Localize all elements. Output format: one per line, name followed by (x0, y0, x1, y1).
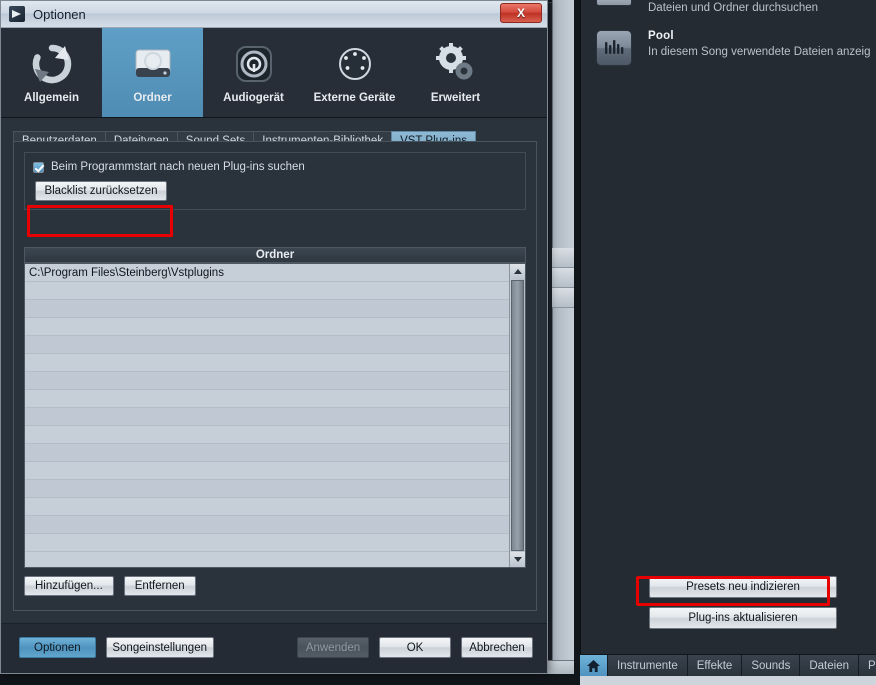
add-folder-button[interactable]: Hinzufügen... (24, 576, 114, 596)
home-icon (587, 659, 600, 672)
waveform-icon (596, 30, 632, 66)
refresh-circle-icon (31, 38, 73, 90)
update-plugins-button[interactable]: Plug-ins aktualisieren (649, 607, 837, 629)
folder-list-empty-row[interactable] (25, 516, 509, 534)
folder-list-empty-row[interactable] (25, 372, 509, 390)
scan-plugins-checkbox-row[interactable]: Beim Programmstart nach neuen Plug-ins s… (33, 161, 305, 173)
dialog-footer: Optionen Songeinstellungen Anwenden OK A… (1, 623, 547, 673)
nav-item-erweitert[interactable]: Erweitert (405, 28, 506, 117)
hard-drive-icon (131, 38, 175, 90)
browser-entry-pool[interactable]: Pool In diesem Song verwendete Dateien a… (596, 30, 876, 70)
folder-list-actions: Hinzufügen... Entfernen (24, 576, 196, 596)
options-button[interactable]: Optionen (19, 637, 96, 658)
vst-plugins-panel: Beim Programmstart nach neuen Plug-ins s… (13, 141, 537, 611)
ok-button[interactable]: OK (379, 637, 451, 658)
scroll-down-icon[interactable] (510, 552, 525, 567)
song-settings-button[interactable]: Songeinstellungen (105, 637, 214, 658)
folder-list-empty-row[interactable] (25, 390, 509, 408)
folder-list-empty-row[interactable] (25, 498, 509, 516)
folder-list-empty-row[interactable] (25, 426, 509, 444)
cancel-button[interactable]: Abbrechen (461, 637, 533, 658)
reindex-presets-button[interactable]: Presets neu indizieren (649, 576, 837, 598)
folder-list-empty-row[interactable] (25, 480, 509, 498)
folder-list-scrollbar[interactable] (509, 264, 525, 567)
folder-list-item[interactable]: C:\Program Files\Steinberg\Vstplugins (25, 264, 509, 282)
startup-scan-group: Beim Programmstart nach neuen Plug-ins s… (24, 152, 526, 210)
browser-action-buttons: Presets neu indizieren Plug-ins aktualis… (637, 576, 849, 638)
folder-list-empty-row[interactable] (25, 282, 509, 300)
dialog-category-nav: Allgemein Ordner Audiogerät Externe Gerä… (1, 28, 547, 118)
arrow-tool-icon[interactable] (552, 268, 574, 288)
dialog-title-bar[interactable]: Optionen X (1, 1, 547, 28)
gears-icon (434, 38, 478, 90)
nav-item-ordner[interactable]: Ordner (102, 28, 203, 117)
browser-entry-files[interactable]: Dateien und Ordner durchsuchen (596, 0, 866, 22)
scan-plugins-checkbox-label: Beim Programmstart nach neuen Plug-ins s… (51, 161, 305, 173)
browser-tab-instrumente[interactable]: Instrumente (608, 655, 688, 676)
folder-list-empty-row[interactable] (25, 444, 509, 462)
nav-item-allgemein[interactable]: Allgemein (1, 28, 102, 117)
app-logo-icon (9, 6, 25, 22)
nav-item-audiogeraet-label: Audiogerät (223, 92, 284, 104)
folder-list-empty-row[interactable] (25, 336, 509, 354)
media-browser-panel: Dateien und Ordner durchsuchen Pool In d… (580, 0, 876, 685)
browser-entry-pool-subtitle: In diesem Song verwendete Dateien anzeig (648, 46, 871, 58)
folder-list-empty-row[interactable] (25, 408, 509, 426)
browser-entry-files-subtitle: Dateien und Ordner durchsuchen (648, 2, 819, 14)
mini-toolbar[interactable] (552, 248, 574, 308)
folder-list[interactable]: C:\Program Files\Steinberg\Vstplugins (24, 263, 526, 568)
folder-list-header: Ordner (24, 247, 526, 263)
dialog-footer-right: Anwenden OK Abbrechen (297, 637, 533, 658)
apply-button: Anwenden (297, 637, 369, 658)
browser-tab-bar: Instrumente Effekte Sounds Dateien Pool (580, 654, 876, 676)
browser-entry-pool-title: Pool (648, 30, 674, 42)
browser-tab-dateien[interactable]: Dateien (800, 655, 859, 676)
nav-item-erweitert-label: Erweitert (430, 92, 481, 104)
midi-port-icon (334, 38, 376, 90)
folder-list-empty-row[interactable] (25, 534, 509, 552)
folder-list-scrollbar-thumb[interactable] (511, 280, 524, 551)
nav-item-externe-geraete[interactable]: Externe Geräte (304, 28, 405, 117)
options-dialog: Optionen X Allgemein Ordner Audiogerät E… (0, 0, 548, 674)
snap-tool-icon[interactable] (552, 248, 574, 268)
nav-item-externe-geraete-label: Externe Geräte (313, 92, 396, 104)
dialog-title: Optionen (33, 6, 86, 22)
vertical-scrollbar-main[interactable] (552, 0, 574, 660)
nav-item-allgemein-label: Allgemein (24, 92, 79, 104)
close-icon[interactable]: X (500, 3, 542, 23)
reset-blacklist-button[interactable]: Blacklist zurücksetzen (35, 181, 167, 201)
remove-folder-button[interactable]: Entfernen (123, 576, 196, 596)
folder-list-empty-row[interactable] (25, 354, 509, 372)
audio-device-icon (233, 38, 275, 90)
scroll-up-icon[interactable] (510, 264, 525, 279)
check-icon[interactable] (33, 161, 44, 173)
browser-tab-effekte[interactable]: Effekte (687, 655, 743, 676)
status-strip (580, 676, 876, 685)
browser-tab-pool[interactable]: Pool (858, 655, 876, 676)
folder-list-empty-row[interactable] (25, 300, 509, 318)
nav-item-audiogeraet[interactable]: Audiogerät (203, 28, 304, 117)
browser-tab-sounds[interactable]: Sounds (742, 655, 801, 676)
folder-list-empty-row[interactable] (25, 462, 509, 480)
browser-tab-home[interactable] (580, 655, 608, 676)
blank-tool-icon[interactable] (552, 288, 574, 308)
folder-browse-icon (596, 0, 632, 6)
nav-item-ordner-label: Ordner (133, 92, 172, 104)
folder-list-rows: C:\Program Files\Steinberg\Vstplugins (25, 264, 509, 567)
dialog-footer-left: Optionen Songeinstellungen (19, 637, 214, 658)
folder-list-empty-row[interactable] (25, 318, 509, 336)
